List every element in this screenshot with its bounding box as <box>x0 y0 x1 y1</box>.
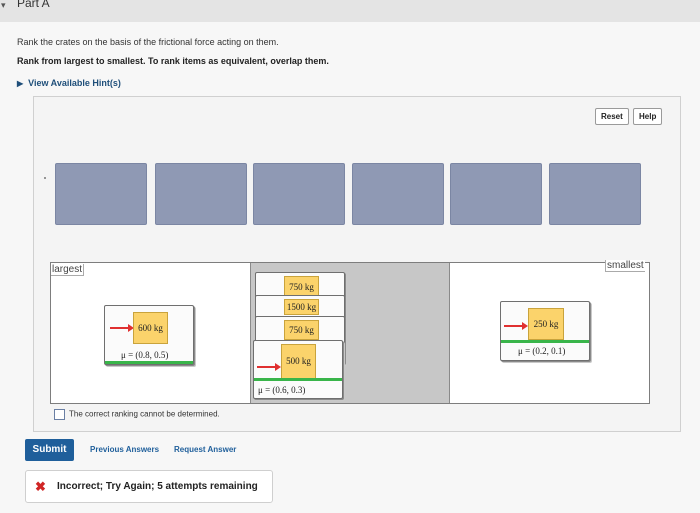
crate-card-500kg[interactable]: 500 kg μ = (0.6, 0.3) <box>253 340 343 399</box>
hint-link[interactable]: ▶ View Available Hint(s) <box>17 78 121 88</box>
feedback-text: Incorrect; Try Again; 5 attempts remaini… <box>57 481 258 492</box>
ground-line <box>105 361 193 364</box>
largest-label: largest <box>51 264 85 276</box>
force-arrow-icon <box>110 324 134 332</box>
cannot-determine-option[interactable]: The correct ranking cannot be determined… <box>54 409 220 420</box>
empty-slot-3[interactable] <box>253 163 345 225</box>
empty-slot-1[interactable] <box>55 163 147 225</box>
feedback-box: ✖ Incorrect; Try Again; 5 attempts remai… <box>25 470 273 503</box>
error-x-icon: ✖ <box>35 479 46 494</box>
ground-line <box>254 378 342 381</box>
question-text: Rank the crates on the basis of the fric… <box>17 37 279 47</box>
crate-mass: 600 kg <box>133 312 168 344</box>
panel-dot <box>44 177 46 179</box>
checkbox[interactable] <box>54 409 65 420</box>
force-arrow-icon <box>504 322 528 330</box>
empty-slot-5[interactable] <box>450 163 542 225</box>
friction-coefficient: μ = (0.6, 0.3) <box>258 385 306 395</box>
submit-button[interactable]: Submit <box>25 439 74 461</box>
crate-card-250kg[interactable]: 250 kg μ = (0.2, 0.1) <box>500 301 590 361</box>
question-instructions: Rank from largest to smallest. To rank i… <box>17 56 329 66</box>
crate-mass: 250 kg <box>528 308 564 340</box>
smallest-label: smallest <box>605 260 645 272</box>
friction-coefficient: μ = (0.2, 0.1) <box>518 346 566 356</box>
request-answer-link[interactable]: Request Answer <box>174 445 236 454</box>
part-label: Part A <box>17 0 50 10</box>
empty-slot-2[interactable] <box>155 163 247 225</box>
reset-button[interactable]: Reset <box>595 108 629 125</box>
empty-slot-4[interactable] <box>352 163 444 225</box>
crate-mass: 750 kg <box>284 320 319 340</box>
empty-slot-6[interactable] <box>549 163 641 225</box>
friction-coefficient: μ = (0.8, 0.5) <box>121 350 169 360</box>
previous-answers-link[interactable]: Previous Answers <box>90 445 159 454</box>
crate-mass: 1500 kg <box>284 299 319 315</box>
help-button[interactable]: Help <box>633 108 663 125</box>
force-arrow-icon <box>257 363 281 371</box>
crate-mass: 500 kg <box>281 344 316 379</box>
collapse-triangle-icon[interactable]: ▾ <box>1 0 6 11</box>
ground-line <box>501 340 589 343</box>
part-header: ▾ Part A <box>0 0 700 22</box>
crate-card-600kg[interactable]: 600 kg μ = (0.8, 0.5) <box>104 305 194 365</box>
hint-link-label: View Available Hint(s) <box>28 78 121 88</box>
expand-triangle-icon: ▶ <box>17 79 24 88</box>
checkbox-label: The correct ranking cannot be determined… <box>69 409 220 419</box>
